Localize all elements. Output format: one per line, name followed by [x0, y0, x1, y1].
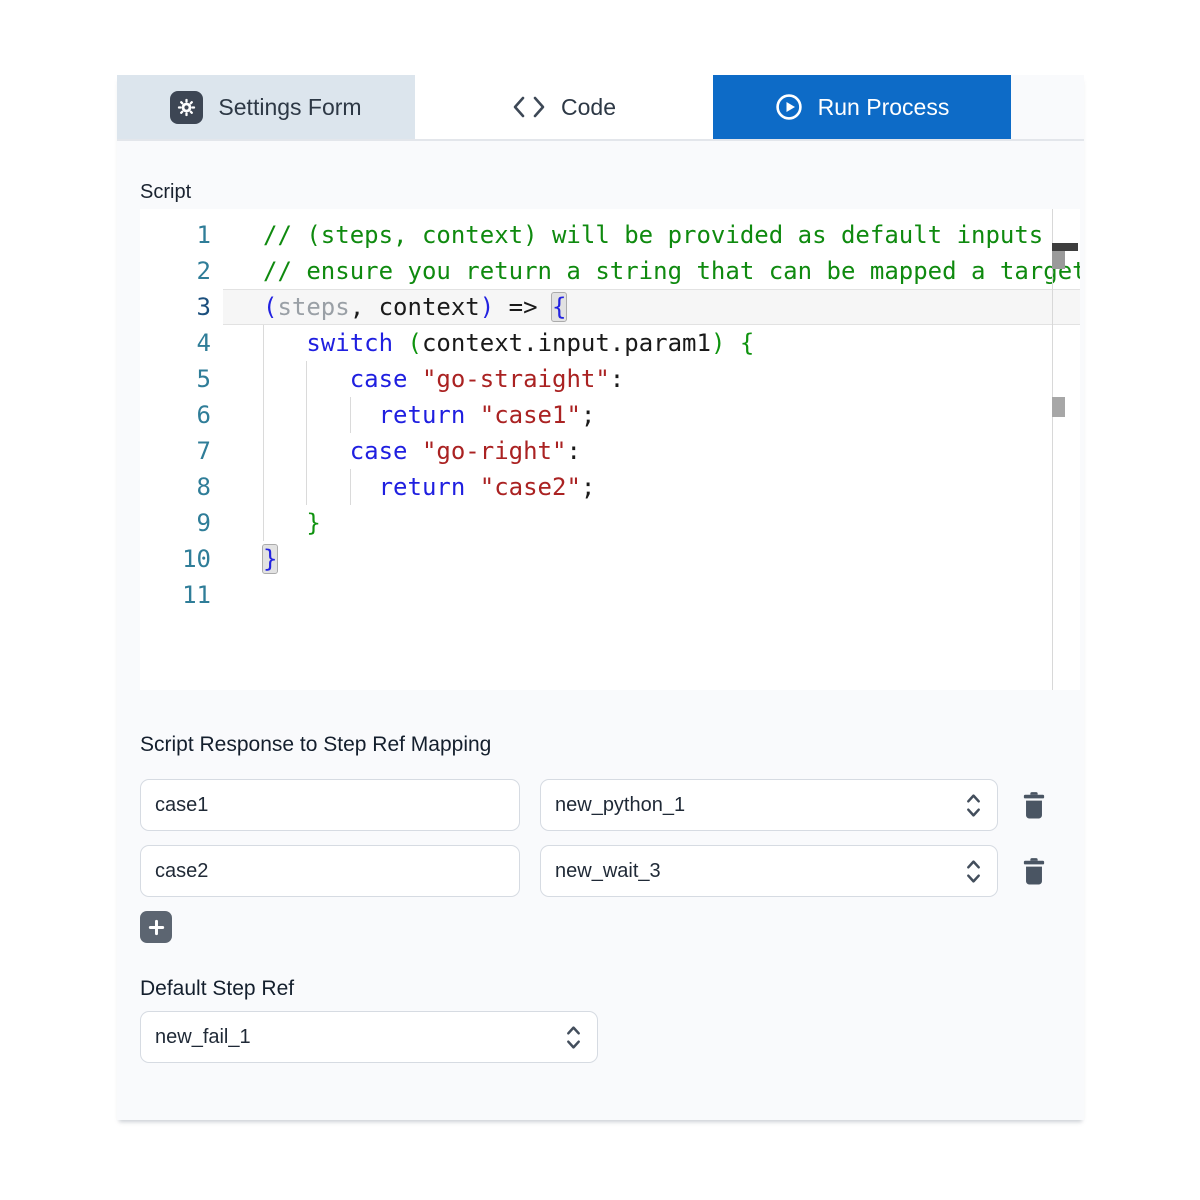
process-step-panel: Settings Form Code Run Process Script: [117, 75, 1084, 1120]
line-number: 5: [140, 361, 211, 397]
code-line[interactable]: 9 }: [140, 505, 1080, 541]
mapping-section-heading: Script Response to Step Ref Mapping: [140, 733, 1084, 757]
line-number: 1: [140, 217, 211, 253]
step-ref-select[interactable]: new_wait_3: [540, 845, 998, 897]
tab-code[interactable]: Code: [415, 75, 713, 139]
delete-mapping-button[interactable]: [1022, 857, 1048, 885]
code-line-content: }: [223, 505, 1080, 541]
tab-settings-form[interactable]: Settings Form: [117, 75, 415, 139]
line-number: 8: [140, 469, 211, 505]
code-line-content: // ensure you return a string that can b…: [223, 253, 1080, 289]
code-line[interactable]: 1 // (steps, context) will be provided a…: [140, 217, 1080, 253]
tab-label: Code: [561, 94, 616, 121]
script-code-editor[interactable]: 1 // (steps, context) will be provided a…: [140, 209, 1080, 690]
code-lines: 1 // (steps, context) will be provided a…: [140, 217, 1080, 613]
code-line[interactable]: 7 case "go-right":: [140, 433, 1080, 469]
line-number: 7: [140, 433, 211, 469]
select-value: new_wait_3: [555, 860, 661, 883]
trash-icon: [1022, 857, 1048, 885]
script-response-input[interactable]: [140, 779, 520, 831]
code-line-content: }: [223, 541, 1080, 577]
script-field-label: Script: [140, 181, 1084, 204]
code-line[interactable]: 10 }: [140, 541, 1080, 577]
code-line[interactable]: 5 case "go-straight":: [140, 361, 1080, 397]
line-number: 11: [140, 577, 211, 613]
add-mapping-button[interactable]: [140, 911, 172, 943]
play-icon: [775, 93, 803, 121]
step-ref-select[interactable]: new_python_1: [540, 779, 998, 831]
mapping-row: new_python_1: [140, 779, 1084, 831]
line-number: 10: [140, 541, 211, 577]
gear-icon: [170, 91, 203, 124]
mapping-rows: new_python_1 new_wait_3: [140, 779, 1084, 897]
line-number: 4: [140, 325, 211, 361]
code-line[interactable]: 8 return "case2";: [140, 469, 1080, 505]
code-line-content: [223, 577, 1080, 613]
code-line-content: // (steps, context) will be provided as …: [223, 217, 1080, 253]
code-icon: [512, 95, 546, 119]
tab-label: Settings Form: [218, 94, 361, 121]
code-line-content: return "case2";: [223, 469, 1080, 505]
code-line-content: case "go-right":: [223, 433, 1080, 469]
editor-hscrollbar-thumb[interactable]: [1052, 243, 1078, 251]
editor-scroll-corner: [1052, 251, 1065, 269]
plus-icon: [148, 919, 165, 936]
line-number: 3: [140, 289, 211, 325]
tab-label: Run Process: [818, 94, 950, 121]
code-line[interactable]: 3 (steps, context) => {: [140, 289, 1080, 325]
code-line-content: switch (context.input.param1) {: [223, 325, 1080, 361]
tab-run-process[interactable]: Run Process: [713, 75, 1011, 139]
script-response-input[interactable]: [140, 845, 520, 897]
code-line[interactable]: 4 switch (context.input.param1) {: [140, 325, 1080, 361]
code-line-content: (steps, context) => {: [223, 289, 1080, 325]
code-line[interactable]: 2 // ensure you return a string that can…: [140, 253, 1080, 289]
chevron-up-down-icon: [565, 1024, 582, 1051]
select-value: new_fail_1: [155, 1026, 251, 1049]
default-step-ref-label: Default Step Ref: [140, 977, 1084, 1001]
line-number: 6: [140, 397, 211, 433]
select-value: new_python_1: [555, 794, 685, 817]
editor-scroll-divider: [1052, 209, 1053, 690]
chevron-up-down-icon: [965, 792, 982, 819]
line-number: 2: [140, 253, 211, 289]
code-line-content: case "go-straight":: [223, 361, 1080, 397]
code-line-content: return "case1";: [223, 397, 1080, 433]
trash-icon: [1022, 791, 1048, 819]
editor-vscrollbar-thumb[interactable]: [1052, 397, 1065, 417]
delete-mapping-button[interactable]: [1022, 791, 1048, 819]
line-number: 9: [140, 505, 211, 541]
code-line[interactable]: 6 return "case1";: [140, 397, 1080, 433]
mapping-row: new_wait_3: [140, 845, 1084, 897]
default-step-ref-select[interactable]: new_fail_1: [140, 1011, 598, 1063]
code-line[interactable]: 11: [140, 577, 1080, 613]
tab-bar: Settings Form Code Run Process: [117, 75, 1084, 141]
chevron-up-down-icon: [965, 858, 982, 885]
